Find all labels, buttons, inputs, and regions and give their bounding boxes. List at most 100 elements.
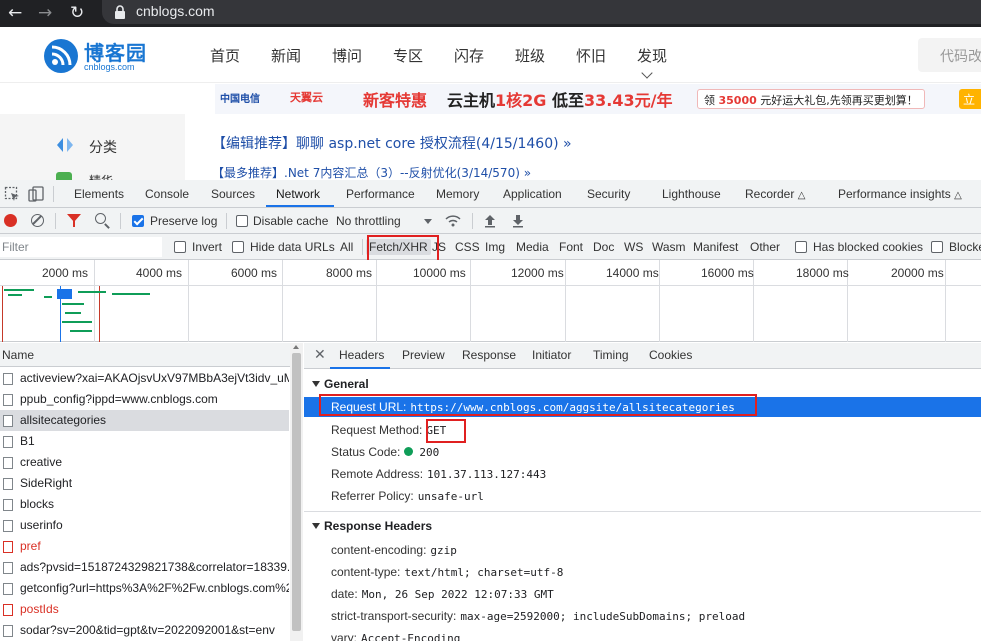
throttling-dropdown-icon[interactable] — [424, 219, 432, 224]
remote-address-row[interactable]: Remote Address: 101.37.113.127:443 — [331, 467, 546, 487]
nav-item-home[interactable]: 首页 — [210, 45, 271, 84]
close-icon[interactable]: ✕ — [314, 347, 326, 363]
network-conditions-icon[interactable] — [445, 214, 461, 228]
general-section-toggle[interactable]: General — [312, 377, 369, 391]
editor-recommend-link[interactable]: 【编辑推荐】聊聊 asp.net core 授权流程(4/15/1460) » — [212, 133, 572, 153]
site-search-input[interactable]: 代码改 — [918, 38, 981, 72]
blocked-cookies-label[interactable]: Has blocked cookies — [813, 240, 923, 254]
filter-type-img[interactable]: Img — [485, 240, 505, 254]
back-arrow-icon[interactable]: ← — [8, 3, 22, 23]
request-row[interactable]: activeview?xai=AKAOjsvUxV97MBbA3ejVt3idv… — [0, 368, 289, 389]
filter-type-font[interactable]: Font — [559, 240, 583, 254]
request-row[interactable]: pref — [0, 536, 289, 557]
filter-type-media[interactable]: Media — [516, 240, 549, 254]
tab-security[interactable]: Security — [587, 187, 630, 201]
filter-type-ws[interactable]: WS — [624, 240, 643, 254]
response-header-row[interactable]: date: Mon, 26 Sep 2022 12:07:33 GMT — [331, 587, 554, 607]
response-headers-toggle[interactable]: Response Headers — [312, 519, 432, 533]
filter-type-all[interactable]: All — [340, 240, 353, 254]
blocked-requests-checkbox[interactable] — [931, 241, 943, 253]
nav-item-news[interactable]: 新闻 — [271, 45, 332, 84]
request-row[interactable]: ads?pvsid=1518724329821738&correlator=18… — [0, 557, 289, 578]
nav-item-zones[interactable]: 专区 — [393, 45, 454, 84]
tab-memory[interactable]: Memory — [436, 187, 479, 201]
tab-recorder[interactable]: Recorder △ — [745, 187, 805, 201]
tab-response[interactable]: Response — [462, 348, 516, 362]
scroll-up-icon[interactable] — [293, 345, 299, 349]
banner-cta-button[interactable]: 立 — [959, 89, 981, 109]
reload-icon[interactable]: ↻ — [70, 3, 84, 23]
tab-cookies[interactable]: Cookies — [649, 348, 692, 362]
response-header-row[interactable]: vary: Accept-Encoding — [331, 631, 460, 641]
response-header-row[interactable]: content-type: text/html; charset=utf-8 — [331, 565, 563, 585]
tab-elements[interactable]: Elements — [74, 187, 124, 201]
response-header-row[interactable]: content-encoding: gzip — [331, 543, 457, 563]
most-recommend-link[interactable]: 【最多推荐】.Net 7内容汇总（3）--反射优化(3/14/570) » — [212, 164, 531, 181]
nav-item-flash[interactable]: 闪存 — [454, 45, 515, 84]
request-row[interactable]: B1 — [0, 431, 289, 452]
request-list-header[interactable]: Name — [0, 343, 290, 367]
request-row[interactable]: getconfig?url=https%3A%2F%2Fw.cnblogs.co… — [0, 578, 289, 599]
tab-timing[interactable]: Timing — [593, 348, 629, 362]
request-row[interactable]: blocks — [0, 494, 289, 515]
filter-type-other[interactable]: Other — [750, 240, 780, 254]
filter-type-manifest[interactable]: Manifest — [693, 240, 738, 254]
sidebar-item-featured[interactable]: 精华 — [89, 172, 113, 180]
disable-cache-checkbox[interactable] — [236, 215, 248, 227]
request-row[interactable]: userinfo — [0, 515, 289, 536]
nav-item-nostalgia[interactable]: 怀旧 — [576, 45, 637, 84]
ad-banner[interactable]: 中国电信 天翼云 新客特惠 云主机1核2G 低至33.43元/年 领 35000… — [215, 84, 981, 114]
filter-type-wasm[interactable]: Wasm — [652, 240, 686, 254]
import-har-icon[interactable] — [483, 213, 497, 229]
scrollbar-thumb[interactable] — [292, 353, 301, 631]
filter-type-css[interactable]: CSS — [455, 240, 480, 254]
throttling-select[interactable]: No throttling — [336, 214, 401, 228]
filter-type-doc[interactable]: Doc — [593, 240, 614, 254]
request-row[interactable]: sodar?sv=200&tid=gpt&tv=2022092001&st=en… — [0, 620, 289, 641]
invert-label[interactable]: Invert — [192, 240, 222, 254]
preserve-log-label[interactable]: Preserve log — [150, 214, 217, 228]
referrer-policy-row[interactable]: Referrer Policy: unsafe-url — [331, 489, 484, 509]
hide-data-urls-label[interactable]: Hide data URLs — [250, 240, 335, 254]
filter-input[interactable]: Filter — [0, 237, 162, 257]
logo-rss-icon[interactable] — [44, 39, 78, 73]
tab-sources[interactable]: Sources — [211, 187, 255, 201]
blocked-cookies-checkbox[interactable] — [795, 241, 807, 253]
tab-application[interactable]: Application — [503, 187, 562, 201]
inspect-element-icon[interactable] — [4, 186, 20, 202]
network-overview-timeline[interactable]: 2000 ms 4000 ms 6000 ms 8000 ms 10000 ms… — [0, 260, 981, 342]
name-column-header[interactable]: Name — [2, 348, 34, 362]
device-toolbar-icon[interactable] — [28, 186, 44, 202]
preserve-log-checkbox[interactable] — [132, 215, 144, 227]
tab-console[interactable]: Console — [145, 187, 189, 201]
nav-item-classes[interactable]: 班级 — [515, 45, 576, 84]
tab-headers[interactable]: Headers — [339, 348, 384, 362]
clear-icon[interactable] — [31, 214, 44, 227]
tab-performance[interactable]: Performance — [346, 187, 415, 201]
tab-network[interactable]: Network — [276, 187, 320, 201]
status-code-row[interactable]: Status Code: 200 — [331, 445, 439, 465]
hide-data-urls-checkbox[interactable] — [232, 241, 244, 253]
response-header-row[interactable]: strict-transport-security: max-age=259200… — [331, 609, 745, 629]
request-row[interactable]: allsitecategories — [0, 410, 289, 431]
nav-item-questions[interactable]: 博问 — [332, 45, 393, 84]
address-bar[interactable]: cnblogs.com — [102, 0, 981, 24]
tab-performance-insights[interactable]: Performance insights △ — [838, 187, 962, 201]
record-icon[interactable] — [4, 214, 17, 227]
sidebar-item-category[interactable]: 分类 — [89, 137, 117, 157]
request-row[interactable]: postIds — [0, 599, 289, 620]
tab-lighthouse[interactable]: Lighthouse — [662, 187, 721, 201]
export-har-icon[interactable] — [511, 213, 525, 229]
request-row[interactable]: SideRight — [0, 473, 289, 494]
tab-preview[interactable]: Preview — [402, 348, 445, 362]
blocked-requests-label[interactable]: Blocked Requests — [949, 240, 981, 254]
invert-checkbox[interactable] — [174, 241, 186, 253]
disable-cache-label[interactable]: Disable cache — [253, 214, 328, 228]
tab-initiator[interactable]: Initiator — [532, 348, 571, 362]
request-list-scrollbar[interactable] — [290, 343, 303, 641]
request-row[interactable]: ppub_config?ippd=www.cnblogs.com — [0, 389, 289, 410]
search-icon[interactable] — [95, 213, 106, 224]
forward-arrow-icon[interactable]: → — [38, 3, 52, 23]
nav-item-discover[interactable]: 发现 — [637, 45, 698, 84]
request-row[interactable]: creative — [0, 452, 289, 473]
